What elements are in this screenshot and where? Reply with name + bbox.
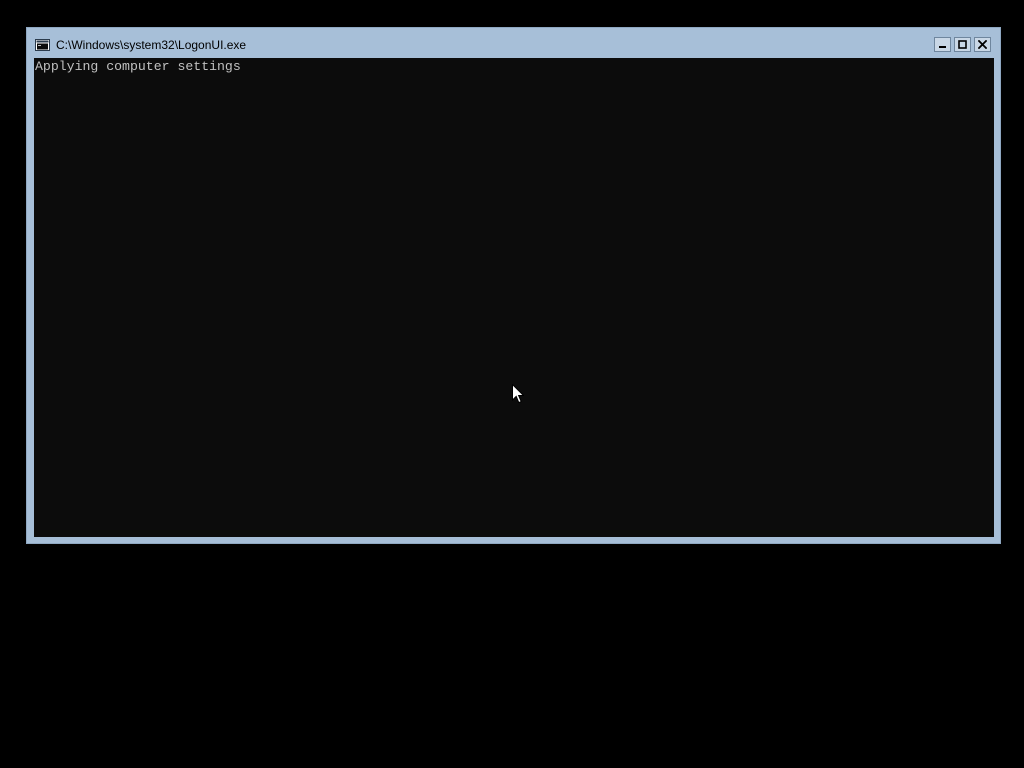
console-output-area[interactable]: Applying computer settings	[34, 58, 994, 537]
maximize-icon	[958, 40, 967, 49]
window-title: C:\Windows\system32\LogonUI.exe	[56, 38, 247, 52]
mouse-pointer-icon	[512, 384, 524, 404]
close-icon	[978, 40, 987, 49]
close-button[interactable]	[974, 37, 991, 52]
maximize-button[interactable]	[954, 37, 971, 52]
console-app-icon	[35, 39, 50, 51]
console-status-line: Applying computer settings	[35, 59, 241, 74]
minimize-button[interactable]	[934, 37, 951, 52]
minimize-icon	[939, 46, 946, 48]
desktop-background: C:\Windows\system32\LogonUI.exe Applying…	[0, 0, 1024, 768]
console-window[interactable]: C:\Windows\system32\LogonUI.exe Applying…	[26, 27, 1001, 544]
title-bar[interactable]: C:\Windows\system32\LogonUI.exe	[27, 28, 1000, 58]
